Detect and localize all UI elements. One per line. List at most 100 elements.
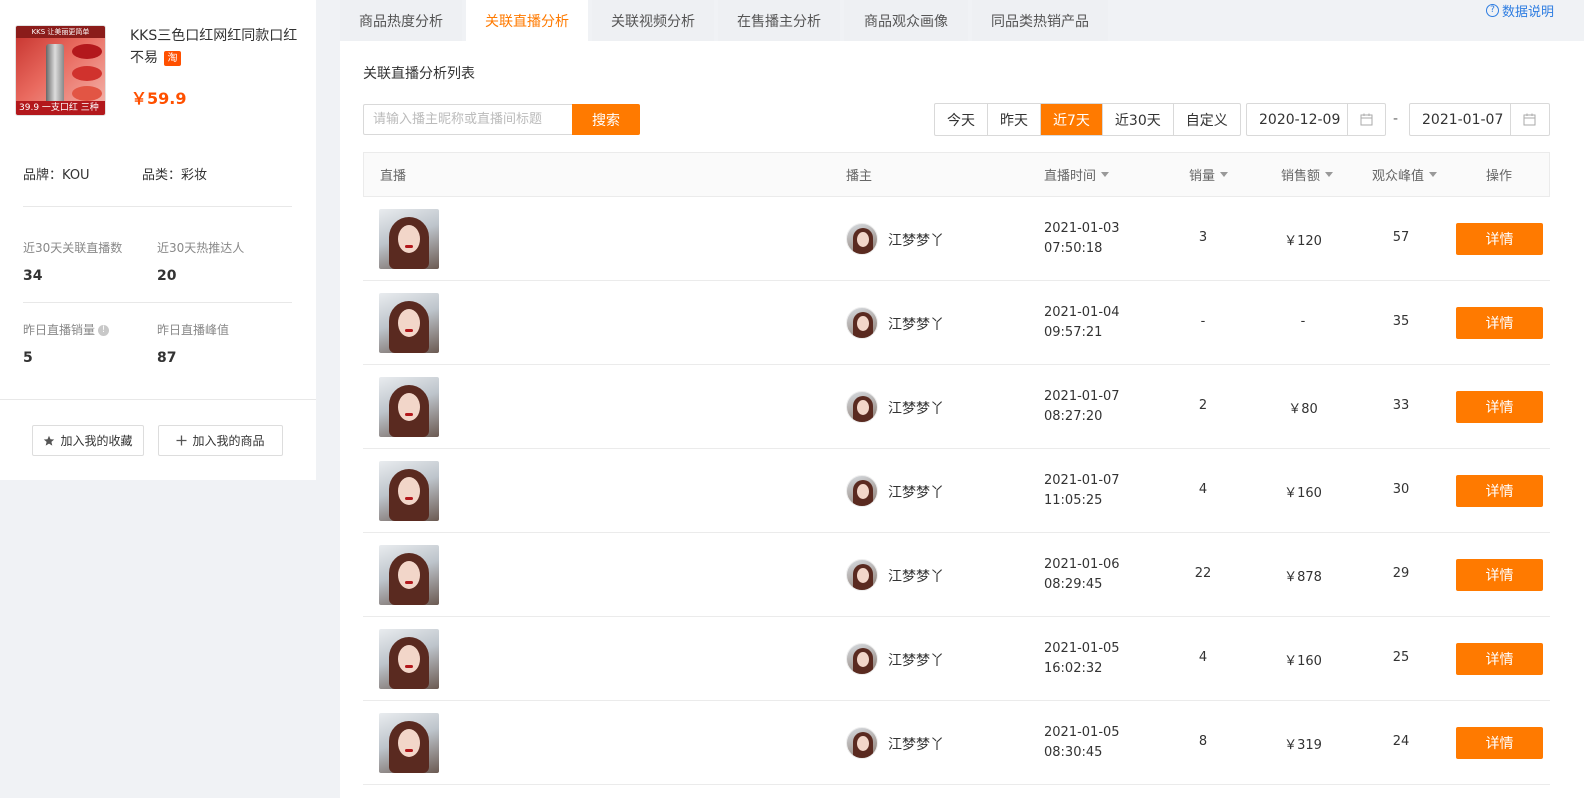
- detail-button[interactable]: 详情: [1456, 643, 1543, 675]
- anchor-avatar[interactable]: [846, 307, 878, 339]
- anchor-avatar[interactable]: [846, 559, 878, 591]
- detail-button[interactable]: 详情: [1456, 559, 1543, 591]
- add-favorite-button[interactable]: 加入我的收藏: [32, 425, 144, 456]
- anchor-name[interactable]: 江梦梦丫: [888, 314, 944, 334]
- tab-similar-products[interactable]: 同品类热销产品: [972, 0, 1108, 41]
- start-date-picker[interactable]: 2020-12-09: [1246, 103, 1386, 136]
- sort-down-icon: [1101, 172, 1110, 177]
- sort-down-icon: [1429, 172, 1438, 177]
- live-cover-thumbnail[interactable]: [379, 629, 439, 689]
- peak-value: 57: [1392, 230, 1410, 245]
- sort-down-icon: [1325, 172, 1334, 177]
- live-time: 2021-01-07 11:05:25: [1044, 473, 1120, 508]
- table-row[interactable]: 江梦梦丫 2021-01-05 08:30:45 8 ￥319 24 详情: [363, 701, 1550, 785]
- revenue-value: ￥120: [1284, 234, 1322, 249]
- table-row[interactable]: 江梦梦丫 2021-01-03 07:50:18 3 ￥120 57 详情: [363, 197, 1550, 281]
- live-cover-thumbnail[interactable]: [379, 713, 439, 773]
- peak-value: 29: [1392, 566, 1410, 581]
- peak-value: 25: [1392, 650, 1410, 665]
- anchor-name[interactable]: 江梦梦丫: [888, 734, 944, 754]
- column-peak[interactable]: 观众峰值: [1372, 153, 1438, 196]
- column-time[interactable]: 直播时间: [1044, 153, 1110, 196]
- anchor-avatar[interactable]: [846, 391, 878, 423]
- calendar-icon: [1347, 104, 1385, 135]
- sales-value: 22: [1194, 566, 1212, 581]
- plus-icon: [176, 435, 187, 446]
- live-cover-thumbnail[interactable]: [379, 545, 439, 605]
- add-product-button[interactable]: 加入我的商品: [158, 425, 283, 456]
- hot-talent-value: 20: [157, 268, 177, 284]
- hot-talent-label: 近30天热推达人: [157, 241, 245, 255]
- detail-button[interactable]: 详情: [1456, 727, 1543, 759]
- live-count-value: 34: [23, 268, 43, 284]
- anchor-name[interactable]: 江梦梦丫: [888, 566, 944, 586]
- anchor-name[interactable]: 江梦梦丫: [888, 230, 944, 250]
- product-title[interactable]: KKS三色口红网红同款口红不易淘: [130, 25, 305, 69]
- anchor-name[interactable]: 江梦梦丫: [888, 482, 944, 502]
- sales-value: 8: [1198, 734, 1208, 749]
- section-title: 关联直播分析列表: [363, 66, 475, 82]
- tab-anchor-analysis[interactable]: 在售播主分析: [718, 0, 840, 41]
- revenue-value: ￥878: [1284, 570, 1322, 585]
- sales-value: -: [1200, 314, 1206, 329]
- category-label: 品类：彩妆: [142, 168, 208, 183]
- range-custom[interactable]: 自定义: [1174, 104, 1240, 135]
- product-price: ￥59.9: [131, 89, 187, 108]
- end-date-picker[interactable]: 2021-01-07: [1409, 103, 1550, 136]
- live-cover-thumbnail[interactable]: [379, 293, 439, 353]
- live-time: 2021-01-03 07:50:18: [1044, 221, 1120, 256]
- info-icon[interactable]: !: [98, 325, 110, 336]
- column-sales[interactable]: 销量: [1189, 153, 1229, 196]
- tab-heat-analysis[interactable]: 商品热度分析: [340, 0, 462, 41]
- table-row[interactable]: 江梦梦丫 2021-01-07 11:05:25 4 ￥160 30 详情: [363, 449, 1550, 533]
- detail-button[interactable]: 详情: [1456, 475, 1543, 507]
- live-time: 2021-01-06 08:29:45: [1044, 557, 1120, 592]
- anchor-name[interactable]: 江梦梦丫: [888, 398, 944, 418]
- range-30-days[interactable]: 近30天: [1103, 104, 1174, 135]
- detail-button[interactable]: 详情: [1456, 391, 1543, 423]
- detail-button[interactable]: 详情: [1456, 223, 1543, 255]
- peak-value: 24: [1392, 734, 1410, 749]
- anchor-avatar[interactable]: [846, 643, 878, 675]
- tab-video-analysis[interactable]: 关联视频分析: [592, 0, 714, 41]
- live-cover-thumbnail[interactable]: [379, 377, 439, 437]
- table-row[interactable]: 江梦梦丫 2021-01-05 16:02:32 4 ￥160 25 详情: [363, 617, 1550, 701]
- live-cover-thumbnail[interactable]: [379, 461, 439, 521]
- range-7-days[interactable]: 近7天: [1041, 104, 1103, 135]
- column-action: 操作: [1486, 169, 1513, 184]
- tab-live-analysis[interactable]: 关联直播分析: [466, 0, 588, 41]
- yesterday-peak-label: 昨日直播峰值: [157, 323, 230, 337]
- search-button[interactable]: 搜索: [572, 104, 640, 135]
- taobao-icon: 淘: [164, 50, 181, 66]
- range-today[interactable]: 今天: [935, 104, 988, 135]
- table-row[interactable]: 江梦梦丫 2021-01-04 09:57:21 - - 35 详情: [363, 281, 1550, 365]
- star-icon: [44, 435, 55, 446]
- live-time: 2021-01-05 08:30:45: [1044, 725, 1120, 760]
- app-root: KKS 让美丽更简单 39.9 一支口红 三种颜色 KKS三色口红网红同款口红不…: [0, 0, 1584, 798]
- revenue-value: -: [1300, 314, 1306, 329]
- data-help-link[interactable]: ? 数据说明: [1485, 1, 1554, 20]
- anchor-avatar[interactable]: [846, 223, 878, 255]
- yesterday-peak-value: 87: [157, 350, 177, 366]
- sales-value: 4: [1198, 482, 1208, 497]
- table-row[interactable]: 江梦梦丫 2021-01-06 08:29:45 22 ￥878 29 详情: [363, 533, 1550, 617]
- column-revenue[interactable]: 销售额: [1281, 153, 1334, 196]
- anchor-name[interactable]: 江梦梦丫: [888, 650, 944, 670]
- search-input[interactable]: [363, 104, 572, 135]
- anchor-avatar[interactable]: [846, 727, 878, 759]
- sales-value: 3: [1198, 230, 1208, 245]
- calendar-icon: [1510, 104, 1548, 135]
- detail-button[interactable]: 详情: [1456, 307, 1543, 339]
- product-image[interactable]: KKS 让美丽更简单 39.9 一支口红 三种颜色: [15, 25, 106, 116]
- table-row[interactable]: 江梦梦丫 2021-01-07 08:27:20 2 ￥80 33 详情: [363, 365, 1550, 449]
- range-yesterday[interactable]: 昨天: [988, 104, 1041, 135]
- anchor-avatar[interactable]: [846, 475, 878, 507]
- live-cover-thumbnail[interactable]: [379, 209, 439, 269]
- live-analysis-panel: 关联直播分析列表 搜索 今天 昨天 近7天 近30天 自定义 2020-12-0…: [340, 41, 1584, 798]
- divider: [23, 206, 292, 207]
- tab-audience-profile[interactable]: 商品观众画像: [844, 0, 968, 41]
- date-range-selector: 今天 昨天 近7天 近30天 自定义: [934, 103, 1241, 136]
- sort-down-icon: [1220, 172, 1229, 177]
- product-image-banner: KKS 让美丽更简单: [31, 28, 90, 36]
- date-separator: -: [1393, 111, 1399, 127]
